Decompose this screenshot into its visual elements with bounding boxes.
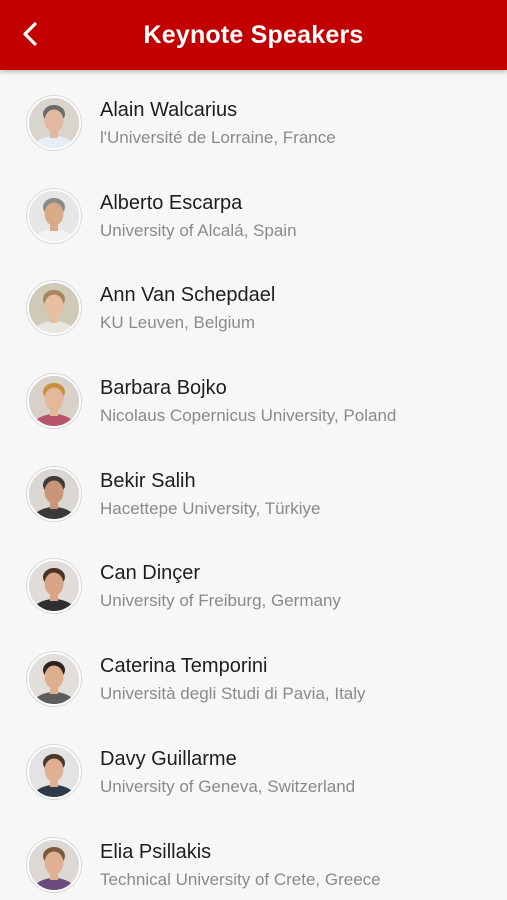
- top-app-bar: Keynote Speakers: [0, 0, 507, 70]
- speaker-avatar: [27, 652, 81, 707]
- speaker-name: Bekir Salih: [100, 469, 196, 492]
- speaker-row[interactable]: Ann Van Schepdael KU Leuven, Belgium: [0, 255, 507, 348]
- speaker-name: Davy Guillarme: [100, 747, 237, 770]
- speaker-name: Alain Walcarius: [100, 99, 238, 121]
- speaker-list: Alain Walcarius l'Université de Lorraine,…: [0, 70, 507, 900]
- speaker-affiliation: University of Freiburg, Germany: [100, 591, 341, 611]
- speaker-avatar: [27, 837, 81, 892]
- speaker-affiliation: l'Université de Lorraine, France: [100, 128, 336, 147]
- speaker-affiliation: Technical University of Crete, Greece: [100, 869, 381, 889]
- speaker-affiliation: KU Leuven, Belgium: [100, 313, 255, 333]
- speaker-affiliation: University of Alcalá, Spain: [100, 220, 297, 240]
- speaker-name: Alberto Escarpa: [100, 191, 243, 214]
- speaker-row[interactable]: Elia Psillakis Technical University of Cr…: [0, 812, 507, 900]
- speaker-row[interactable]: Caterina Temporini Università degli Studi…: [0, 626, 507, 719]
- speaker-avatar: [27, 559, 81, 614]
- speaker-name: Can Dinçer: [100, 562, 201, 585]
- speaker-row[interactable]: Alain Walcarius l'Université de Lorraine,…: [0, 70, 507, 163]
- speaker-affiliation: Università degli Studi di Pavia, Italy: [100, 684, 366, 704]
- speaker-affiliation: Hacettepe University, Türkiye: [100, 498, 321, 518]
- speaker-row[interactable]: Alberto Escarpa University of Alcalá, Spa…: [0, 163, 507, 256]
- speaker-name: Ann Van Schepdael: [100, 284, 276, 307]
- speaker-avatar: [27, 374, 81, 429]
- speaker-avatar: [27, 96, 81, 150]
- page-title: Keynote Speakers: [143, 21, 364, 49]
- speaker-avatar: [27, 744, 81, 799]
- speaker-avatar: [27, 188, 81, 243]
- speaker-name: Elia Psillakis: [100, 840, 212, 863]
- speaker-row[interactable]: Barbara Bojko Nicolaus Copernicus Univers…: [0, 348, 507, 441]
- speaker-row[interactable]: Bekir Salih Hacettepe University, Türkiye: [0, 441, 507, 534]
- speaker-avatar: [27, 281, 81, 336]
- speaker-avatar: [27, 466, 81, 521]
- speaker-affiliation: Nicolaus Copernicus University, Poland: [100, 406, 397, 426]
- speaker-row[interactable]: Can Dinçer University of Freiburg, German…: [0, 533, 507, 626]
- speaker-affiliation: University of Geneva, Switzerland: [100, 776, 356, 796]
- speaker-row[interactable]: Davy Guillarme University of Geneva, Swit…: [0, 719, 507, 812]
- speaker-name: Barbara Bojko: [100, 377, 227, 400]
- speaker-name: Caterina Temporini: [100, 655, 268, 678]
